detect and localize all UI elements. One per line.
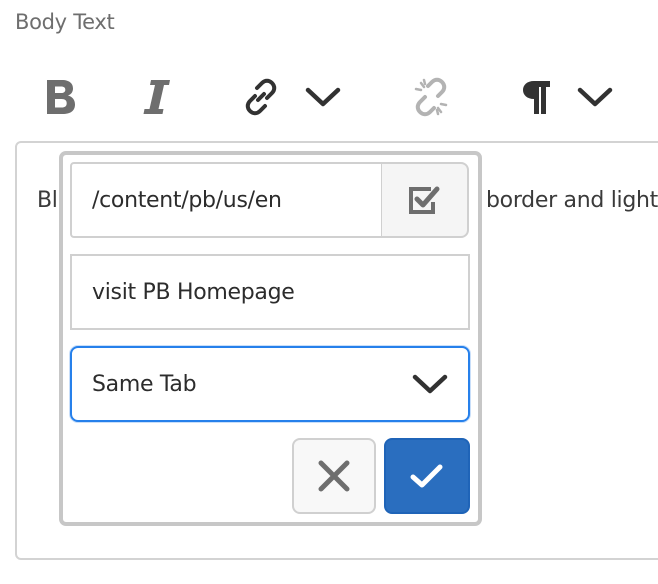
link-path-input[interactable]: /content/pb/us/en	[70, 162, 382, 238]
link-path-value: /content/pb/us/en	[92, 187, 282, 213]
chevron-down-icon	[305, 87, 341, 107]
chevron-down-icon	[577, 87, 613, 107]
bold-icon	[47, 80, 75, 114]
unlink-button	[408, 62, 454, 132]
bold-button[interactable]	[35, 62, 85, 132]
checkbox-checked-icon	[408, 186, 439, 214]
link-target-value: Same Tab	[92, 371, 197, 397]
rte-toolbar	[0, 62, 658, 132]
alt-text-value: visit PB Homepage	[92, 279, 295, 305]
link-icon	[245, 78, 277, 116]
close-icon	[318, 460, 350, 492]
paragraph-dropdown-button[interactable]	[572, 62, 618, 132]
editor-text-right: border and light	[486, 188, 658, 213]
cancel-button[interactable]	[292, 438, 376, 514]
link-target-select[interactable]: Same Tab	[70, 346, 470, 422]
chevron-down-icon	[412, 374, 448, 394]
paragraph-icon	[523, 81, 550, 114]
browse-path-button[interactable]	[381, 162, 469, 238]
editor-text-left: Bl	[37, 188, 58, 213]
paragraph-format-button[interactable]	[514, 62, 558, 132]
alt-text-input[interactable]: visit PB Homepage	[70, 254, 470, 330]
unlink-icon	[414, 77, 448, 117]
field-label: Body Text	[15, 10, 115, 34]
checkmark-icon	[410, 464, 443, 488]
italic-icon	[143, 80, 170, 114]
link-dropdown-button[interactable]	[300, 62, 346, 132]
italic-button[interactable]	[133, 62, 181, 132]
link-button[interactable]	[238, 62, 284, 132]
apply-button[interactable]	[384, 438, 470, 514]
